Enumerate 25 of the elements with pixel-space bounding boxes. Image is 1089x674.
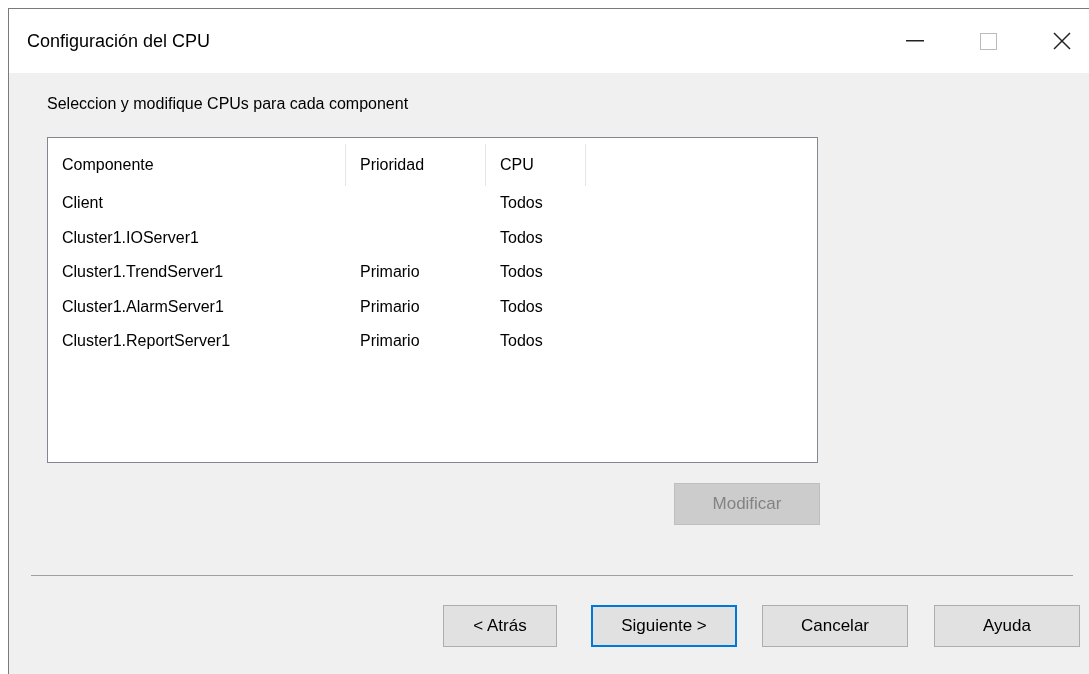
table-cell-text: Cluster1.ReportServer1 [61, 332, 232, 351]
table-cell-text: Primario [359, 263, 421, 282]
column-header[interactable]: CPU [486, 144, 586, 186]
minimize-icon[interactable] [906, 40, 924, 42]
table-cell-text: Cluster1.TrendServer1 [61, 263, 225, 282]
instruction-text: Seleccion y modifique CPUs para cada component [47, 95, 410, 113]
column-header[interactable]: Componente [48, 144, 346, 186]
table-cell-text: Todos [499, 194, 544, 213]
table-cell-text: Client [61, 194, 104, 213]
table-cell-text: Todos [499, 332, 544, 351]
dialog-button[interactable]: Siguiente > [591, 605, 737, 647]
table-cell-text: Primario [359, 332, 421, 351]
close-icon[interactable] [1053, 32, 1071, 50]
component-list[interactable]: Componente Prioridad CPU Client Todos Cluster1.IOServer1 Todos Cluster1.TrendServer1 Primario Todos Cluster1.AlarmServer1 Primario Todos Cluster1.ReportServer1 Primario Todos [47, 137, 818, 463]
column-header[interactable]: Prioridad [346, 144, 486, 186]
dialog-button[interactable]: Cancelar [762, 605, 908, 647]
table-cell-text: Todos [499, 263, 544, 282]
table-cell-text: Cluster1.AlarmServer1 [61, 297, 225, 316]
table-cell-text: Todos [499, 297, 544, 316]
window-title: Configuración del CPU [27, 30, 211, 52]
table-cell-text: Todos [499, 228, 544, 247]
dialog-button[interactable]: < Atrás [443, 605, 557, 647]
dialog-button[interactable]: Ayuda [934, 605, 1080, 647]
table-cell-text: Cluster1.IOServer1 [61, 228, 200, 247]
table-cell-text: Primario [359, 297, 421, 316]
